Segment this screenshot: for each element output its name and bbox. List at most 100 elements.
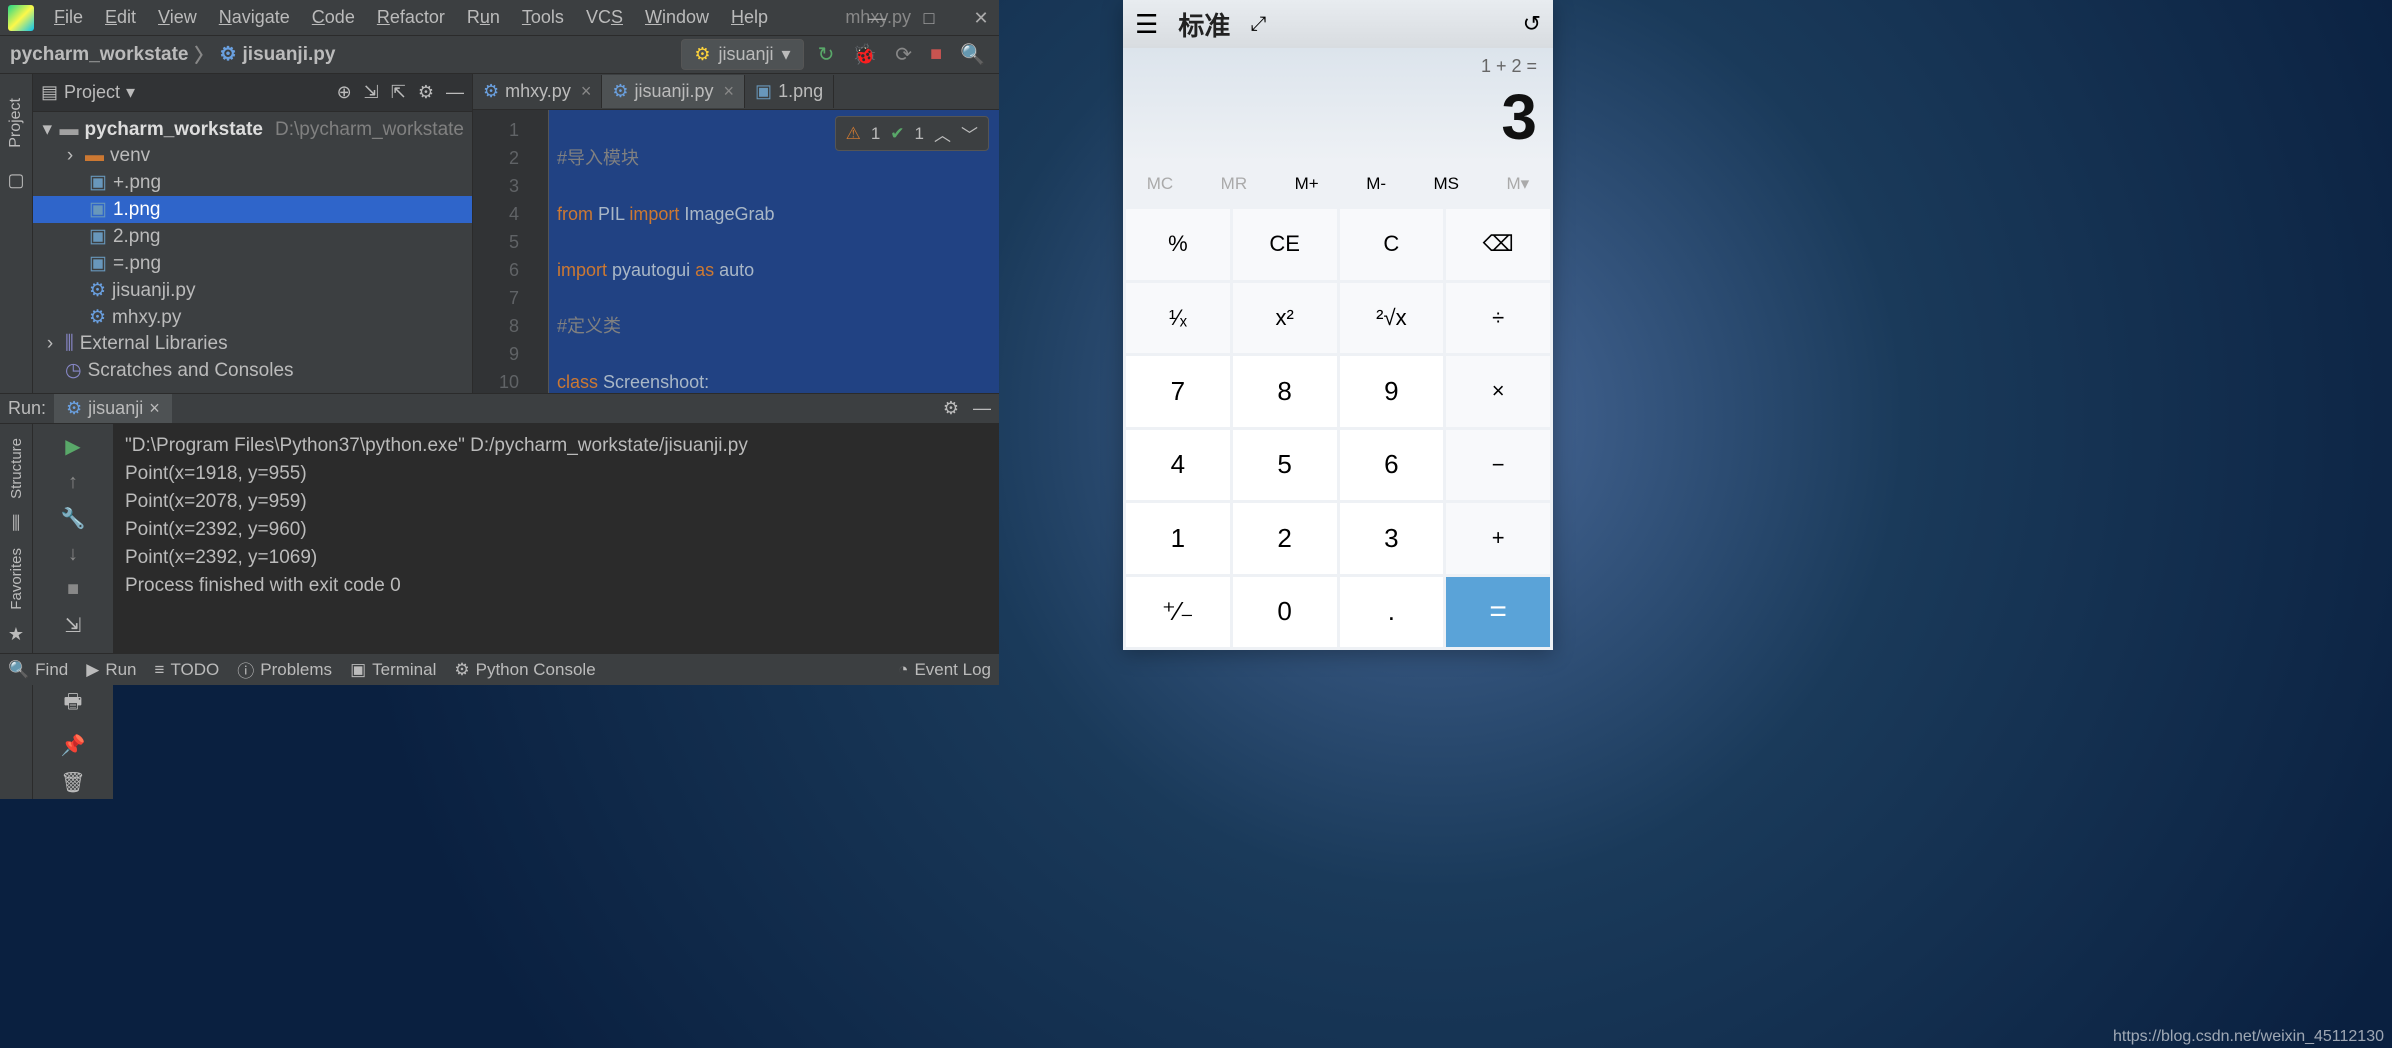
sb-pyconsole[interactable]: ⚙ Python Console <box>454 660 595 680</box>
hide-icon[interactable]: — <box>446 82 464 103</box>
mem-mminus[interactable]: M- <box>1358 170 1394 198</box>
settings-icon[interactable]: ⚙ <box>943 398 959 419</box>
favorites-toolwindow-tab[interactable]: Favorites <box>6 538 27 620</box>
btn-reciprocal[interactable]: ¹⁄ₓ <box>1126 283 1230 354</box>
menu-navigate[interactable]: Navigate <box>209 3 300 32</box>
tree-file-2-png[interactable]: ▣2.png <box>33 223 472 250</box>
prev-icon[interactable]: ︿ <box>934 121 951 146</box>
btn-equals[interactable]: = <box>1446 577 1550 648</box>
menu-help[interactable]: Help <box>721 3 778 32</box>
btn-negate[interactable]: ⁺⁄₋ <box>1126 577 1230 648</box>
btn-multiply[interactable]: × <box>1446 356 1550 427</box>
menu-file[interactable]: File <box>44 3 93 32</box>
btn-9[interactable]: 9 <box>1340 356 1444 427</box>
btn-0[interactable]: 0 <box>1233 577 1337 648</box>
btn-backspace[interactable]: ⌫ <box>1446 209 1550 280</box>
run-button[interactable]: ↻ <box>814 38 839 71</box>
mem-mplus[interactable]: M+ <box>1287 170 1327 198</box>
close-icon[interactable]: × <box>149 398 160 419</box>
btn-4[interactable]: 4 <box>1126 430 1230 501</box>
breadcrumb[interactable]: pycharm_workstate 〉 ⚙ jisuanji.py <box>10 41 335 68</box>
tree-file-plus-png[interactable]: ▣+.png <box>33 169 472 196</box>
mem-mr[interactable]: MR <box>1213 170 1255 198</box>
tree-project-root[interactable]: ▾ ▬ pycharm_workstate D:\pycharm_worksta… <box>33 116 472 143</box>
btn-8[interactable]: 8 <box>1233 356 1337 427</box>
up-button[interactable]: ↑ <box>64 467 82 498</box>
project-panel-title[interactable]: Project <box>64 82 120 103</box>
btn-2[interactable]: 2 <box>1233 503 1337 574</box>
breadcrumb-file[interactable]: jisuanji.py <box>243 44 336 66</box>
toolwindow-icon[interactable]: ▢ <box>7 164 24 197</box>
structure-toolwindow-tab[interactable]: Structure <box>6 428 27 509</box>
dropdown-icon[interactable]: ▾ <box>126 82 135 103</box>
menu-view[interactable]: View <box>148 3 207 32</box>
sb-terminal[interactable]: ▣ Terminal <box>350 660 436 680</box>
keep-on-top-icon[interactable]: ⤢ <box>1250 13 1266 36</box>
code-content[interactable]: #导入模块 from PIL import ImageGrab import p… <box>549 110 999 393</box>
close-button[interactable]: ✕ <box>969 6 993 30</box>
search-everywhere-button[interactable]: 🔍 <box>956 38 989 71</box>
tab-mhxy[interactable]: ⚙mhxy.py× <box>473 75 602 108</box>
hide-icon[interactable]: — <box>973 398 991 419</box>
next-icon[interactable]: ﹀ <box>961 121 978 146</box>
debug-button[interactable]: 🐞 <box>848 38 881 71</box>
menu-code[interactable]: Code <box>302 3 365 32</box>
mem-mc[interactable]: MC <box>1139 170 1181 198</box>
run-panel-tab[interactable]: ⚙ jisuanji × <box>54 394 172 423</box>
close-tab-icon[interactable]: × <box>724 81 735 102</box>
maximize-button[interactable]: □ <box>917 6 941 30</box>
btn-3[interactable]: 3 <box>1340 503 1444 574</box>
chevron-right-icon[interactable]: › <box>61 145 79 167</box>
console-output[interactable]: "D:\Program Files\Python37\python.exe" D… <box>113 424 999 799</box>
close-tab-icon[interactable]: × <box>581 81 592 102</box>
chevron-right-icon[interactable]: › <box>41 333 59 355</box>
mem-mlist[interactable]: M▾ <box>1498 170 1537 198</box>
run-configuration-selector[interactable]: ⚙ jisuanji ▾ <box>681 39 803 70</box>
stop-button[interactable]: ■ <box>926 39 946 70</box>
btn-divide[interactable]: ÷ <box>1446 283 1550 354</box>
export-button[interactable]: ⇲ <box>61 609 86 642</box>
btn-ce[interactable]: CE <box>1233 209 1337 280</box>
locate-icon[interactable]: ⊕ <box>337 82 352 103</box>
btn-percent[interactable]: % <box>1126 209 1230 280</box>
sb-problems[interactable]: ⓘ Problems <box>237 657 332 682</box>
tree-file-jisuanji[interactable]: ⚙jisuanji.py <box>33 277 472 304</box>
btn-5[interactable]: 5 <box>1233 430 1337 501</box>
menu-icon[interactable]: ☰ <box>1135 9 1158 40</box>
btn-minus[interactable]: − <box>1446 430 1550 501</box>
tree-external-libraries[interactable]: › ⫼ External Libraries <box>33 331 472 357</box>
tree-file-eq-png[interactable]: ▣=.png <box>33 250 472 277</box>
btn-1[interactable]: 1 <box>1126 503 1230 574</box>
sb-eventlog[interactable]: ◔ Event Log <box>898 660 991 680</box>
expand-all-icon[interactable]: ⇲ <box>364 82 379 103</box>
project-toolwindow-tab[interactable]: Project <box>5 84 27 162</box>
run-with-coverage-button[interactable]: ⟳ <box>891 38 916 71</box>
tree-file-1-png[interactable]: ▣1.png <box>33 196 472 223</box>
tree-file-mhxy[interactable]: ⚙mhxy.py <box>33 304 472 331</box>
wrench-button[interactable]: 🔧 <box>57 502 90 535</box>
collapse-all-icon[interactable]: ⇱ <box>391 82 406 103</box>
btn-decimal[interactable]: . <box>1340 577 1444 648</box>
menu-tools[interactable]: Tools <box>512 3 574 32</box>
sb-todo[interactable]: ≡ TODO <box>155 660 220 680</box>
sb-find[interactable]: 🔍 Find <box>8 660 68 680</box>
tab-1png[interactable]: ▣1.png <box>745 75 834 108</box>
settings-icon[interactable]: ⚙ <box>418 82 434 103</box>
down-button[interactable]: ↓ <box>64 539 82 570</box>
print-button[interactable]: 🖶 <box>60 683 87 725</box>
trash-button[interactable]: 🗑 <box>56 766 89 799</box>
btn-c[interactable]: C <box>1340 209 1444 280</box>
menu-refactor[interactable]: Refactor <box>367 3 455 32</box>
history-icon[interactable]: ↺ <box>1523 11 1541 37</box>
sb-run[interactable]: ▶ Run <box>86 660 136 680</box>
minimize-button[interactable]: — <box>865 6 889 30</box>
btn-square[interactable]: x² <box>1233 283 1337 354</box>
tab-jisuanji[interactable]: ⚙jisuanji.py× <box>602 75 745 108</box>
inspection-widget[interactable]: ⚠1 ✔1 ︿ ﹀ <box>835 116 989 151</box>
stop-button[interactable]: ■ <box>63 574 83 605</box>
pin-button[interactable]: 📌 <box>57 729 90 762</box>
btn-7[interactable]: 7 <box>1126 356 1230 427</box>
menu-run[interactable]: Run <box>457 3 510 32</box>
btn-plus[interactable]: + <box>1446 503 1550 574</box>
breadcrumb-root[interactable]: pycharm_workstate <box>10 44 188 66</box>
